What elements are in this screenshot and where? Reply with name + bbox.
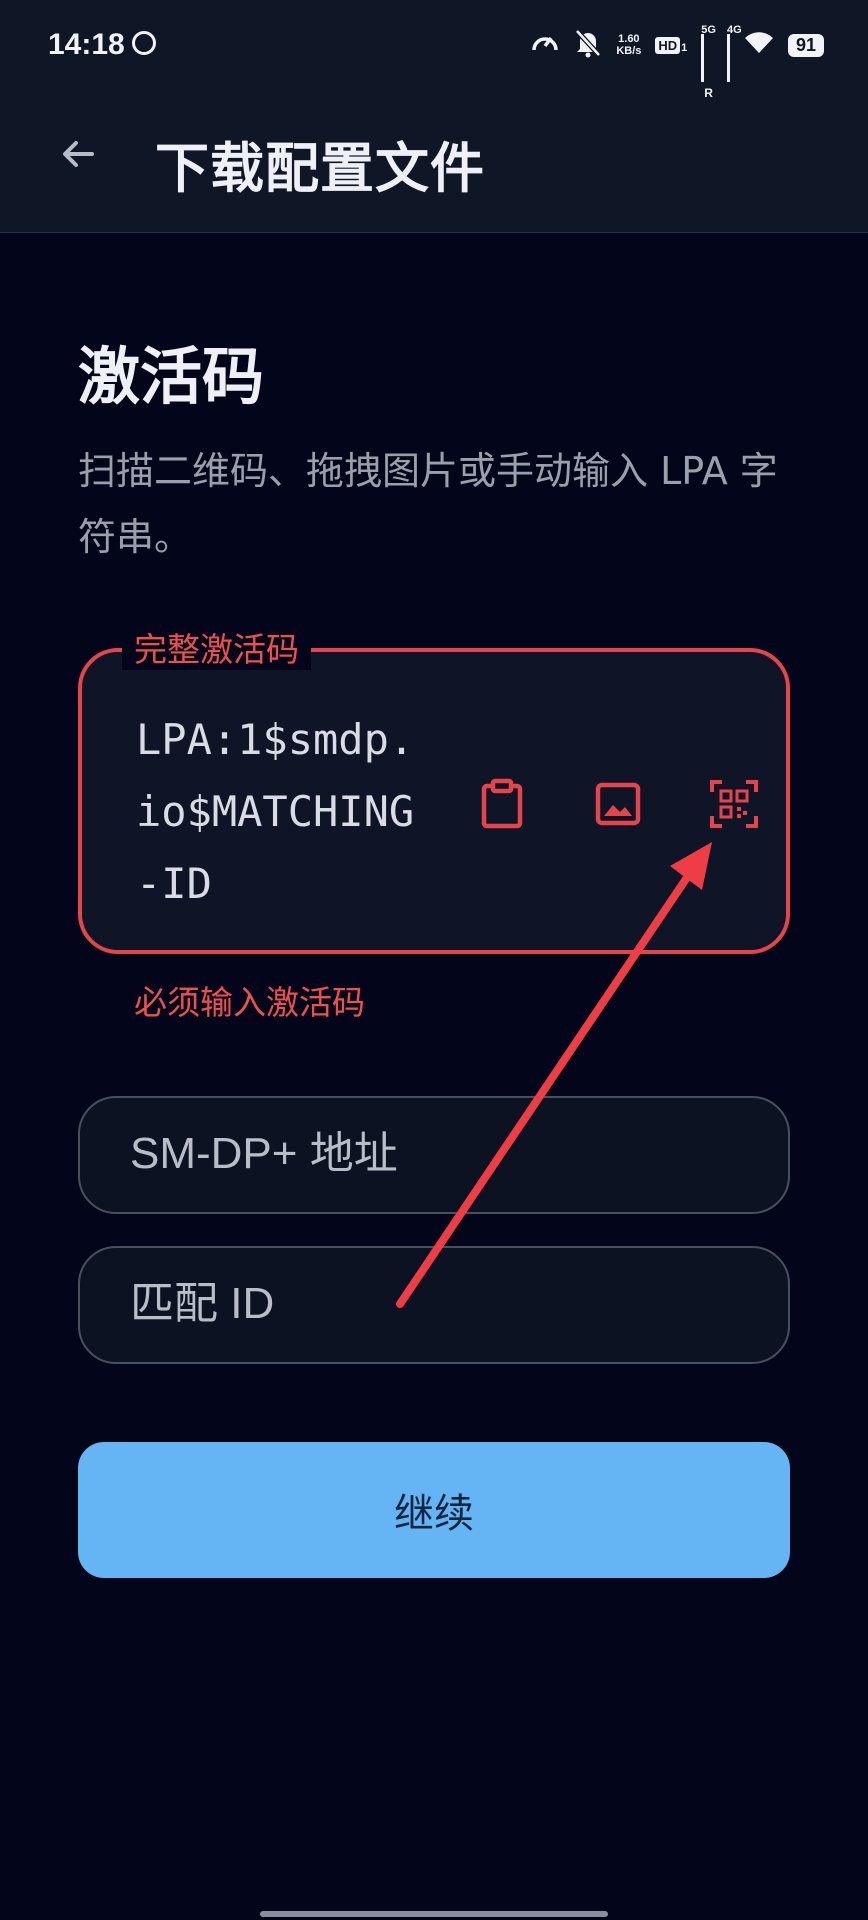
net-speed-value: 1.60 [618,33,640,45]
section-subtitle: 扫描二维码、拖拽图片或手动输入 LPA 字符串。 [78,449,778,559]
image-icon [595,782,641,826]
matching-id-input[interactable] [128,1278,732,1330]
matching-id-field[interactable] [78,1246,790,1364]
activation-code-value[interactable]: LPA:1$smdp.io$MATCHING-ID [136,704,426,920]
back-button[interactable] [56,132,100,176]
scan-qr-button[interactable] [706,776,762,832]
net-speed: 1.60 KB/s [616,33,641,57]
arrow-left-icon [63,141,94,167]
status-bar: 14:18 1.60 KB/s HD 1 5G R 4G 91 [0,0,868,100]
continue-button[interactable]: 继续 [78,1442,790,1578]
battery-icon: 91 [787,33,824,57]
muted-bell-icon [574,28,602,62]
notification-badge-icon [132,31,156,55]
signal-5g-icon: 5G R [701,24,716,100]
smdp-address-field[interactable] [78,1096,790,1214]
page-title: 下载配置文件 [155,137,485,200]
sim1-label: 5G [701,24,716,36]
wifi-icon [744,31,774,59]
activation-error-text: 必须输入激活码 [134,983,365,1022]
paste-button[interactable] [474,776,530,832]
home-indicator[interactable] [260,1911,608,1917]
qr-scan-icon [710,780,758,828]
annotation-arrow-icon [396,842,712,1308]
hd-sub: 1 [681,41,688,54]
activation-code-label: 完整激活码 [122,630,311,670]
pick-image-button[interactable] [590,776,646,832]
section-title: 激活码 [78,340,265,413]
speedometer-icon [530,28,560,62]
hd-indicator: HD 1 [655,36,688,54]
net-speed-unit: KB/s [616,45,642,57]
clipboard-icon [481,778,523,829]
app-bar: 14:18 1.60 KB/s HD 1 5G R 4G 91 下载配置文件 [0,0,868,233]
roaming-label: R [704,86,713,100]
smdp-address-input[interactable] [128,1128,732,1180]
hd-icon: HD [655,36,681,54]
status-time: 14:18 [48,28,125,61]
signal-4g-icon: 4G [726,24,742,82]
sim2-label: 4G [726,24,742,36]
